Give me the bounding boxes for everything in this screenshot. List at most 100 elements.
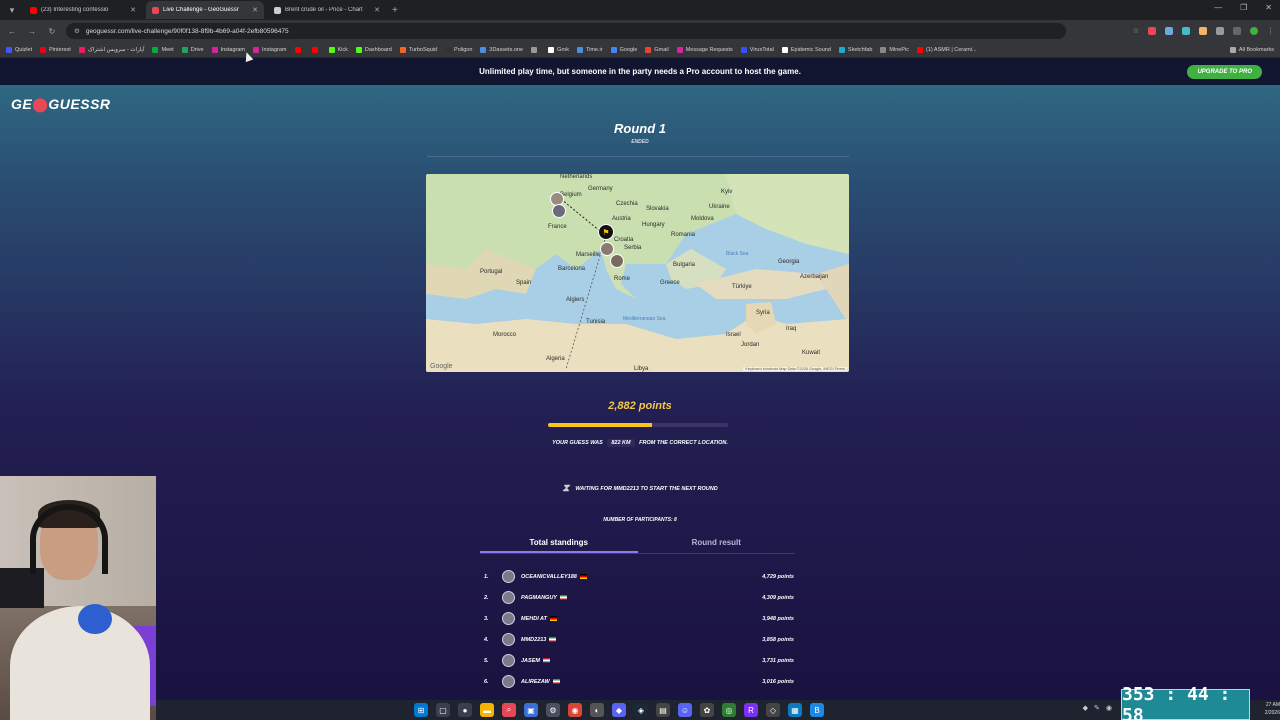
bookmark-item[interactable]: Instagram xyxy=(211,46,245,53)
bookmark-favicon-icon xyxy=(311,46,318,53)
bookmark-item[interactable]: 3Dassets.one xyxy=(480,46,523,53)
tab-total-standings[interactable]: Total standings xyxy=(480,534,638,553)
standings-row[interactable]: 4. MMD2213 3,858 points xyxy=(484,629,794,650)
tray-icon[interactable]: ◆ xyxy=(1083,704,1088,712)
app-icon[interactable]: ◆ xyxy=(612,703,626,717)
bookmark-item[interactable]: Poligon xyxy=(445,46,472,53)
app-icon[interactable]: ✿ xyxy=(700,703,714,717)
browser-tab[interactable]: Brent crude oil - Price - Chart ✕ xyxy=(268,1,386,19)
extension-icon[interactable] xyxy=(1165,27,1173,35)
search-icon[interactable]: ⌕ xyxy=(502,703,516,717)
reload-icon[interactable]: ↻ xyxy=(46,27,58,36)
bookmark-item[interactable]: Epidemic Sound xyxy=(781,46,831,53)
tray-icon[interactable]: ✎ xyxy=(1094,704,1100,712)
map-attribution[interactable]: Keyboard shortcuts Map Data ©2026 Google… xyxy=(743,367,847,371)
bookmark-item[interactable]: Pinterest xyxy=(40,46,71,53)
bookmark-item[interactable]: TurboSquid xyxy=(399,46,437,53)
maximize-icon[interactable]: ❐ xyxy=(1240,3,1247,12)
bookmark-item[interactable]: Quizlet xyxy=(6,46,33,53)
extension-icon[interactable] xyxy=(1148,27,1156,35)
app-icon[interactable]: ◐ xyxy=(590,703,604,717)
bookmark-item[interactable]: Drive xyxy=(181,46,204,53)
standings-row[interactable]: 6. ALIREZAW 3,016 points xyxy=(484,671,794,692)
bookmark-item[interactable] xyxy=(531,46,540,53)
tray-icon[interactable]: ◉ xyxy=(1106,704,1112,712)
puzzle-icon[interactable] xyxy=(1233,27,1241,35)
url-field[interactable]: ⚙ geoguessr.com/live-challenge/90f0f138-… xyxy=(66,23,1066,39)
bookmark-item[interactable]: Time.ir xyxy=(576,46,603,53)
tab-close-icon[interactable]: ✕ xyxy=(130,6,136,14)
app-icon[interactable]: R xyxy=(744,703,758,717)
tab-close-icon[interactable]: ✕ xyxy=(374,6,380,14)
minimize-icon[interactable]: — xyxy=(1214,3,1222,12)
player-marker[interactable] xyxy=(600,242,614,256)
extension-icon[interactable] xyxy=(1182,27,1190,35)
bookmark-favicon-icon xyxy=(40,46,47,53)
app-icon[interactable]: ◇ xyxy=(766,703,780,717)
bookmark-item[interactable]: آپارات - سرویس اشتراک xyxy=(78,46,144,53)
standings-row[interactable]: 1. OCEANICVALLEY188 4,729 points xyxy=(484,566,794,587)
round-status: ENDED xyxy=(631,139,649,145)
bookmark-favicon-icon xyxy=(399,46,406,53)
tab-search-icon[interactable]: ▾ xyxy=(4,2,20,18)
settings-icon[interactable]: ⚙ xyxy=(546,703,560,717)
bookmark-item[interactable]: Sketchfab xyxy=(838,46,872,53)
browser-tab[interactable]: (23) Interesting confessio ✕ xyxy=(24,1,142,19)
bookmark-label: Meet xyxy=(161,46,174,53)
bookmark-label: Quizlet xyxy=(15,46,33,53)
all-bookmarks-button[interactable]: All Bookmarks xyxy=(1229,46,1274,53)
bookmark-item[interactable]: Kick xyxy=(328,46,348,53)
standings-row[interactable]: 2. PAGMANGUY 4,309 points xyxy=(484,587,794,608)
site-info-icon[interactable]: ⚙ xyxy=(74,27,80,35)
chrome-icon[interactable]: ◉ xyxy=(568,703,582,717)
bookmark-item[interactable]: MinePic xyxy=(880,46,909,53)
app-icon[interactable]: ▣ xyxy=(524,703,538,717)
tab-round-result[interactable]: Round result xyxy=(638,534,796,553)
bookmark-item[interactable]: Grok xyxy=(548,46,569,53)
task-view-icon[interactable]: ▢ xyxy=(436,703,450,717)
star-icon[interactable]: ☆ xyxy=(1133,27,1139,35)
extension-icon[interactable] xyxy=(1216,27,1224,35)
steam-icon[interactable]: ◈ xyxy=(634,703,648,717)
app-icon[interactable]: ▤ xyxy=(656,703,670,717)
tab-favicon-icon xyxy=(152,6,159,14)
upgrade-to-pro-button[interactable]: UPGRADE TO PRO xyxy=(1187,65,1262,79)
bookmark-item[interactable] xyxy=(311,46,321,53)
bookmark-item[interactable]: VirusTotal xyxy=(740,46,774,53)
tab-close-icon[interactable]: ✕ xyxy=(252,6,258,14)
file-explorer-icon[interactable]: ▬ xyxy=(480,703,494,717)
player-marker[interactable] xyxy=(552,204,566,218)
player-name-cell: ALIREZAW xyxy=(521,679,714,685)
bookmark-favicon-icon xyxy=(645,46,652,53)
bookmark-item[interactable]: Google xyxy=(610,46,637,53)
app-icon[interactable]: ◎ xyxy=(722,703,736,717)
browser-tab[interactable]: Live Challenge - GeoGuessr ✕ xyxy=(146,1,264,19)
bookmark-item[interactable] xyxy=(294,46,304,53)
standings-row[interactable]: 5. JASEM 3,731 points xyxy=(484,650,794,671)
standings-row[interactable]: 3. MEHDI AT 3,948 points xyxy=(484,608,794,629)
menu-icon[interactable]: ⋮ xyxy=(1267,27,1274,35)
close-window-icon[interactable]: ✕ xyxy=(1265,3,1272,12)
back-icon[interactable]: ← xyxy=(6,27,18,36)
result-map[interactable]: Germany Czechia Slovakia Ukraine Kyiv Moldova… xyxy=(426,174,849,372)
bookmark-item[interactable]: Gmail xyxy=(645,46,669,53)
extension-icon[interactable] xyxy=(1199,27,1207,35)
bookmark-item[interactable]: Dashboard xyxy=(355,46,392,53)
player-marker[interactable] xyxy=(610,254,624,268)
geoguessr-logo[interactable]: GE⬤GUESSR xyxy=(11,96,111,113)
system-clock[interactable]: 27 AM 2/2026 xyxy=(1265,701,1280,717)
bookmark-item[interactable]: Message Requests xyxy=(676,46,733,53)
forward-icon[interactable]: → xyxy=(26,27,38,36)
discord-icon[interactable]: ☺ xyxy=(678,703,692,717)
app-icon[interactable]: ● xyxy=(458,703,472,717)
bookmark-label: Drive xyxy=(190,46,204,53)
start-icon[interactable]: ⊞ xyxy=(414,703,428,717)
app-icon[interactable]: ▦ xyxy=(788,703,802,717)
correct-location-flag-icon[interactable]: ⚑ xyxy=(598,224,614,240)
profile-icon[interactable] xyxy=(1250,27,1258,35)
new-tab-button[interactable]: + xyxy=(392,5,398,16)
bookmark-item[interactable]: Instagram xyxy=(253,46,287,53)
app-icon[interactable]: B xyxy=(810,703,824,717)
bookmark-item[interactable]: (1) ASMR | Cerami... xyxy=(916,46,977,53)
bookmark-item[interactable]: Meet xyxy=(152,46,174,53)
